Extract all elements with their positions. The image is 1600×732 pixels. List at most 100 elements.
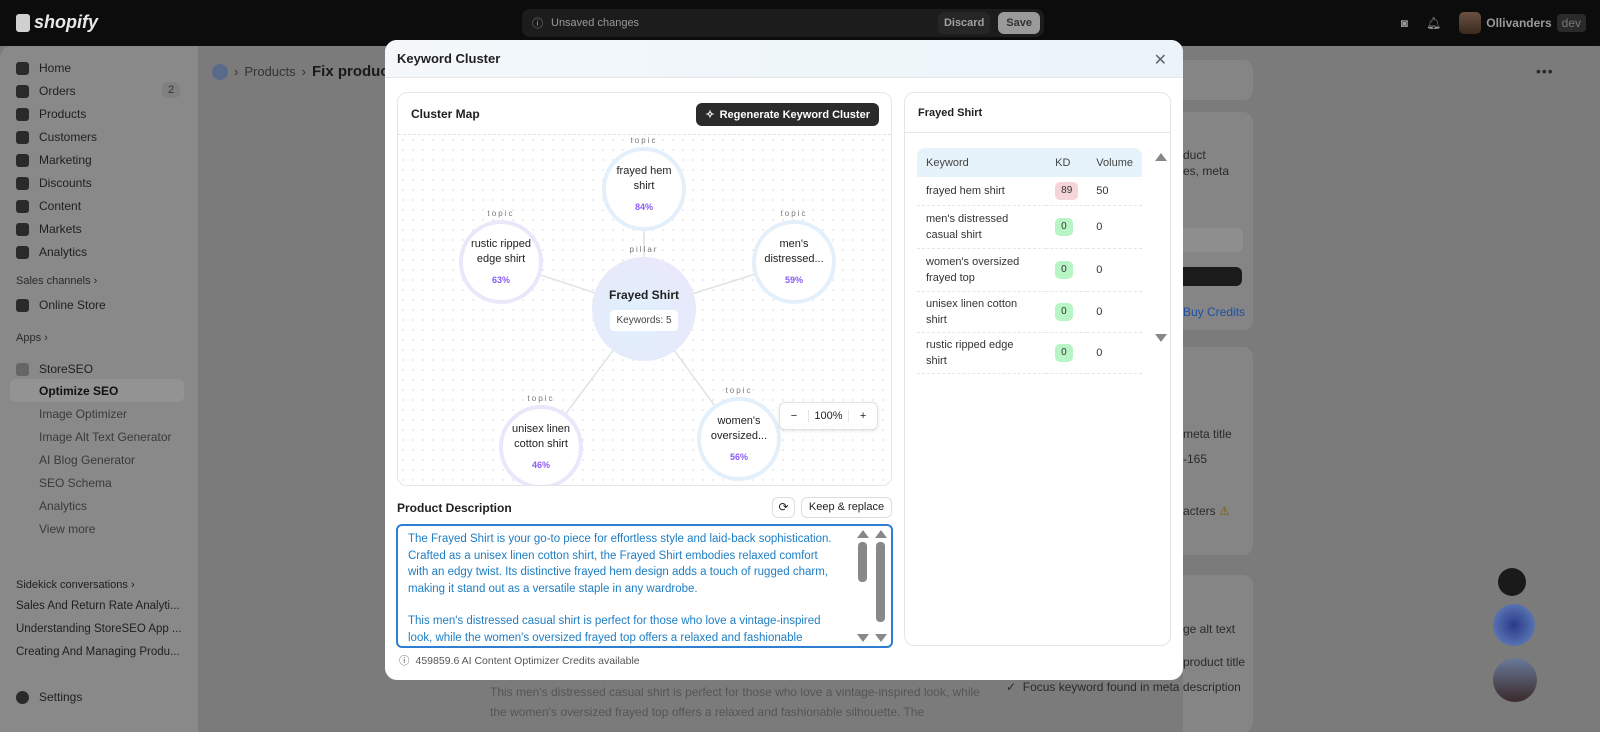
kd-badge: 89 <box>1055 181 1079 200</box>
col-kd: KD <box>1046 148 1088 177</box>
sidebar-subitem[interactable]: Image Optimizer <box>39 407 127 421</box>
sidebar-item-label: Products <box>39 107 87 121</box>
target-icon <box>16 153 29 167</box>
sidebar-item-products[interactable]: Products <box>16 107 86 121</box>
sidebar-subitem[interactable]: AI Blog Generator <box>39 453 135 467</box>
breadcrumb-products[interactable]: Products <box>244 64 295 79</box>
sidebar-subitem[interactable]: SEO Schema <box>39 476 112 490</box>
discard-button[interactable]: Discard <box>937 12 991 34</box>
brand-name: shopify <box>34 12 99 32</box>
product-description-label: Product Description <box>397 501 512 515</box>
sidebar-item-label: Home <box>39 61 72 75</box>
regenerate-cluster-button[interactable]: ✧ Regenerate Keyword Cluster <box>696 103 879 126</box>
topic-node[interactable]: men's distressed... 59% <box>752 220 836 304</box>
outer-scrollbar[interactable] <box>875 530 887 642</box>
conversation-link[interactable]: Sales And Return Rate Analyti... <box>16 600 180 612</box>
save-button[interactable]: Save <box>998 12 1040 34</box>
home-icon <box>16 61 29 75</box>
sales-channels-link[interactable]: Sales channels › <box>16 275 97 287</box>
sidekick-icon[interactable]: ◙ <box>1401 16 1408 30</box>
bell-icon[interactable]: 🔔︎ <box>1426 16 1441 30</box>
globe-icon <box>16 222 29 236</box>
tag-icon <box>16 107 29 121</box>
zoom-control: − 100% + <box>779 402 878 430</box>
store-icon <box>16 298 29 312</box>
scroll-up-icon[interactable] <box>1155 153 1167 161</box>
topic-node[interactable]: frayed hem shirt 84% <box>602 147 686 231</box>
regenerate-description-icon[interactable]: ⟳ <box>772 497 795 518</box>
support-avatar[interactable] <box>1493 658 1537 702</box>
keyword-cell: men's distressed casual shirt <box>917 205 1047 249</box>
keep-replace-button[interactable]: Keep & replace <box>801 497 892 518</box>
sidebar-item-marketing[interactable]: Marketing <box>16 153 92 167</box>
sidebar-item-discounts[interactable]: Discounts <box>16 176 92 190</box>
topic-node[interactable]: women's oversized... 56% <box>697 397 781 481</box>
kd-badge: 0 <box>1055 302 1073 321</box>
topic-score: 46% <box>531 459 550 470</box>
zoom-out-button[interactable]: − <box>780 410 808 422</box>
chatbot-fab[interactable] <box>1493 604 1535 646</box>
sidebar-subitem[interactable]: Analytics <box>39 499 87 513</box>
topic-name: unisex linen cotton shirt <box>511 422 571 450</box>
topic-node[interactable]: rustic ripped edge shirt 63% <box>459 220 543 304</box>
pillar-node[interactable]: Frayed Shirt Keywords: 5 <box>592 257 696 361</box>
cluster-canvas[interactable]: pillar Frayed Shirt Keywords: 5 topic fray… <box>398 135 891 485</box>
volume-cell: 0 <box>1087 248 1142 292</box>
store-menu[interactable]: Ollivanders dev <box>1459 12 1586 34</box>
topic-node[interactable]: unisex linen cotton shirt 46% <box>499 405 583 485</box>
sidebar-subitem[interactable]: Image Alt Text Generator <box>39 430 172 444</box>
conversation-link[interactable]: Creating And Managing Produ... <box>16 646 180 658</box>
cluster-map-title: Cluster Map <box>411 106 480 121</box>
sidebar-item-markets[interactable]: Markets <box>16 222 82 236</box>
description-textarea[interactable]: The Frayed Shirt is your go-to piece for… <box>396 524 893 648</box>
sidebar-item-settings[interactable]: Settings <box>16 690 82 704</box>
description-paragraph: This men's distressed casual shirt is pe… <box>408 615 821 644</box>
sidebar-item-label: Analytics <box>39 245 88 259</box>
apps-link[interactable]: Apps › <box>16 332 48 344</box>
bg-text: duct <box>1183 148 1206 162</box>
bg-text: es, meta <box>1183 164 1230 178</box>
sidebar-item-label: Orders <box>39 84 76 98</box>
bg-text: ge alt text <box>1183 622 1236 636</box>
bg-text: meta title <box>1183 427 1232 441</box>
topic-name: men's distressed... <box>764 237 824 265</box>
cluster-map-card: Cluster Map ✧ Regenerate Keyword Cluster … <box>397 92 892 486</box>
sidebar-item-orders[interactable]: Orders <box>16 84 76 98</box>
sidebar-item-online-store[interactable]: Online Store <box>16 298 106 312</box>
store-name: Ollivanders <box>1486 16 1552 30</box>
sidebar-item-storeseo[interactable]: StoreSEO <box>16 362 93 376</box>
topic-tag: topic <box>630 136 658 145</box>
volume-cell: 0 <box>1087 291 1142 333</box>
bg-card-checks <box>1183 347 1253 555</box>
keyword-cell: women's oversized frayed top <box>917 248 1047 292</box>
more-actions-icon[interactable]: ••• <box>1536 63 1554 79</box>
topic-score: 63% <box>491 274 510 285</box>
bg-text: -165 <box>1183 452 1208 466</box>
keyword-cluster-modal: Keyword Cluster ✕ Cluster Map ✧ Regenerat… <box>385 40 1183 680</box>
sidebar-item-content[interactable]: Content <box>16 199 81 213</box>
zoom-in-button[interactable]: + <box>849 410 877 422</box>
buy-credits-link[interactable]: Buy Credits <box>1183 305 1245 319</box>
sidebar-subitem[interactable]: Optimize SEO <box>39 384 118 398</box>
sidebar-subitem[interactable]: View more <box>39 522 95 536</box>
sidebar-item-customers[interactable]: Customers <box>16 130 97 144</box>
conversation-link[interactable]: Understanding StoreSEO App ... <box>16 623 182 635</box>
pillar-keyword-count: Keywords: 5 <box>610 309 678 331</box>
sidekick-conversations-link[interactable]: Sidekick conversations › <box>16 579 135 591</box>
sidebar-item-analytics[interactable]: Analytics <box>16 245 87 259</box>
close-icon[interactable]: ✕ <box>1154 50 1167 70</box>
col-volume: Volume <box>1087 148 1142 177</box>
sidebar-item-label: Marketing <box>39 153 92 167</box>
topic-tag: topic <box>527 394 555 403</box>
volume-cell: 0 <box>1087 332 1142 374</box>
topic-name: frayed hem shirt <box>616 164 672 192</box>
inner-scrollbar[interactable] <box>857 530 869 642</box>
scroll-down-icon[interactable] <box>1155 334 1167 342</box>
bg-card <box>1183 60 1253 100</box>
shopify-logo[interactable]: shopify <box>16 12 98 33</box>
sidebar-item-home[interactable]: Home <box>16 61 71 75</box>
notification-fab[interactable] <box>1498 568 1526 596</box>
keyword-row: men's distressed casual shirt 0 0 <box>917 205 1142 249</box>
person-icon <box>16 130 29 144</box>
topic-tag: topic <box>487 209 515 218</box>
